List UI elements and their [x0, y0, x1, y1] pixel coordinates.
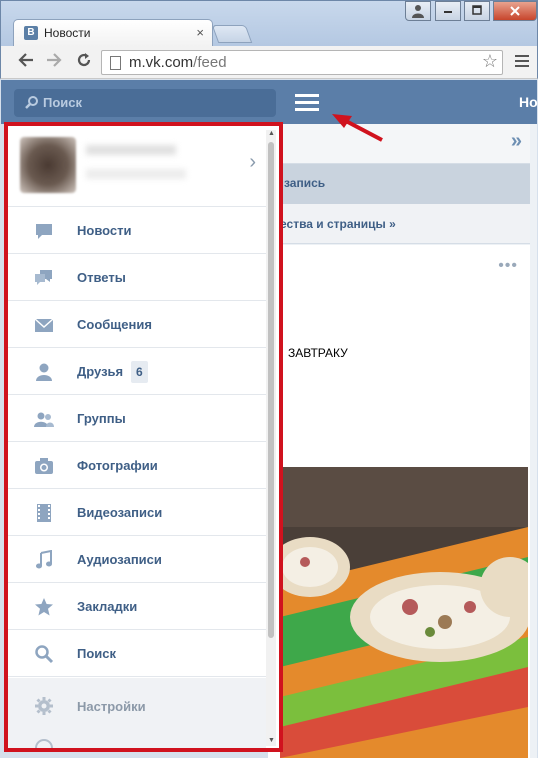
forward-button[interactable]	[43, 51, 65, 73]
browser-tab[interactable]: B Новости ×	[13, 19, 213, 47]
menu-item-label: Новости	[77, 223, 132, 238]
search-placeholder: Поиск	[43, 95, 83, 110]
menu-item-label: Видеозаписи	[77, 505, 163, 520]
menu-item-label: Сообщения	[77, 317, 152, 332]
friends-count-badge: 6	[131, 361, 148, 383]
tab-title: Новости	[44, 26, 91, 40]
menu-item-groups[interactable]: Группы	[8, 395, 266, 442]
groups-icon	[34, 412, 54, 427]
feed-row3-text: ества и страницы »	[280, 217, 396, 231]
menu-item-messages[interactable]: Сообщения	[8, 301, 266, 348]
menu-item-label: Поиск	[77, 646, 117, 661]
menu-item-photos[interactable]: Фотографии	[8, 442, 266, 489]
url-path: /feed	[193, 54, 227, 71]
menu-item-label: Закладки	[77, 599, 138, 614]
profile-card[interactable]: ›	[8, 125, 266, 207]
feed-new-post-row[interactable]: запись	[268, 164, 530, 204]
menu-item-label: Ответы	[77, 270, 126, 285]
annotation-arrow-icon	[332, 114, 383, 142]
gear-icon	[35, 697, 53, 715]
menu-item-bookmarks[interactable]: Закладки	[8, 583, 266, 630]
help-icon	[35, 739, 53, 749]
vk-favicon-icon: B	[24, 26, 38, 40]
hamburger-menu-icon[interactable]	[295, 94, 319, 112]
bookmark-star-icon[interactable]: ☆	[482, 51, 498, 72]
menu-item-label: Друзья	[77, 364, 124, 379]
search-icon	[35, 645, 54, 664]
address-bar[interactable]: m.vk.com/feed ☆	[101, 50, 503, 75]
vk-search-input[interactable]: Поиск	[14, 89, 276, 117]
scroll-up-icon[interactable]: ▲	[268, 130, 275, 137]
menu-item-label: Группы	[77, 411, 126, 426]
news-icon	[36, 224, 52, 239]
avatar[interactable]	[20, 137, 76, 193]
profile-status-blurred	[86, 169, 186, 179]
camera-icon	[35, 458, 53, 474]
tab-close-icon[interactable]: ×	[196, 25, 204, 40]
feed-post: ••• ЗАВТРАКУ	[268, 245, 530, 758]
search-icon	[25, 96, 38, 109]
vk-header: Поиск Но	[1, 80, 538, 124]
menu-item-answers[interactable]: Ответы	[8, 254, 266, 301]
friends-icon	[36, 363, 52, 381]
menu-scrollbar-thumb[interactable]	[268, 142, 274, 638]
profile-name-blurred	[86, 145, 176, 155]
post-more-icon[interactable]: •••	[498, 257, 518, 275]
menu-item-news[interactable]: Новости	[8, 207, 266, 254]
post-food-photo[interactable]	[280, 467, 528, 758]
menu-item-videos[interactable]: Видеозаписи	[8, 489, 266, 536]
close-window-button[interactable]	[493, 1, 537, 21]
header-title-partial: Но	[519, 94, 538, 110]
reload-button[interactable]	[73, 51, 95, 73]
maximize-button[interactable]	[464, 1, 490, 21]
menu-item-search[interactable]: Поиск	[8, 630, 266, 677]
url-text: m.vk.com/feed	[129, 54, 227, 71]
expand-chevron-icon[interactable]: »	[511, 130, 522, 153]
minimize-button[interactable]	[435, 1, 461, 21]
music-note-icon	[36, 550, 52, 569]
star-icon	[35, 598, 53, 616]
new-tab-button[interactable]	[211, 25, 253, 43]
menu-item-settings[interactable]: Настройки	[8, 678, 266, 738]
post-text: ЗАВТРАКУ	[288, 346, 348, 360]
feed-row2-text: запись	[284, 176, 326, 190]
feed-top-row: »	[268, 124, 530, 164]
menu-item-label: Фотографии	[77, 458, 158, 473]
menu-item-audio[interactable]: Аудиозаписи	[8, 536, 266, 583]
menu-item-partial[interactable]	[8, 738, 266, 749]
page-icon	[110, 56, 121, 70]
messages-icon	[34, 318, 54, 332]
browser-toolbar: m.vk.com/feed ☆	[0, 46, 538, 79]
url-host: m.vk.com	[129, 54, 194, 71]
browser-titlebar: B Новости ×	[0, 0, 538, 47]
chevron-right-icon: ›	[249, 151, 256, 173]
scroll-down-icon[interactable]: ▼	[268, 737, 275, 744]
menu-item-label: Аудиозаписи	[77, 552, 162, 567]
side-menu-list: Новости Ответы Сообщения Друзья 6 Группы…	[8, 207, 266, 677]
back-button[interactable]	[15, 51, 37, 73]
film-icon	[37, 504, 51, 522]
browser-menu-icon[interactable]	[515, 55, 529, 69]
news-feed: » запись ества и страницы » ••• ЗАВТРАКУ	[268, 124, 537, 758]
menu-item-friends[interactable]: Друзья 6	[8, 348, 266, 395]
answers-icon	[35, 270, 52, 285]
menu-item-label: Настройки	[77, 699, 146, 714]
feed-filter-row[interactable]: ества и страницы »	[268, 204, 530, 244]
user-profile-icon[interactable]	[405, 1, 431, 21]
